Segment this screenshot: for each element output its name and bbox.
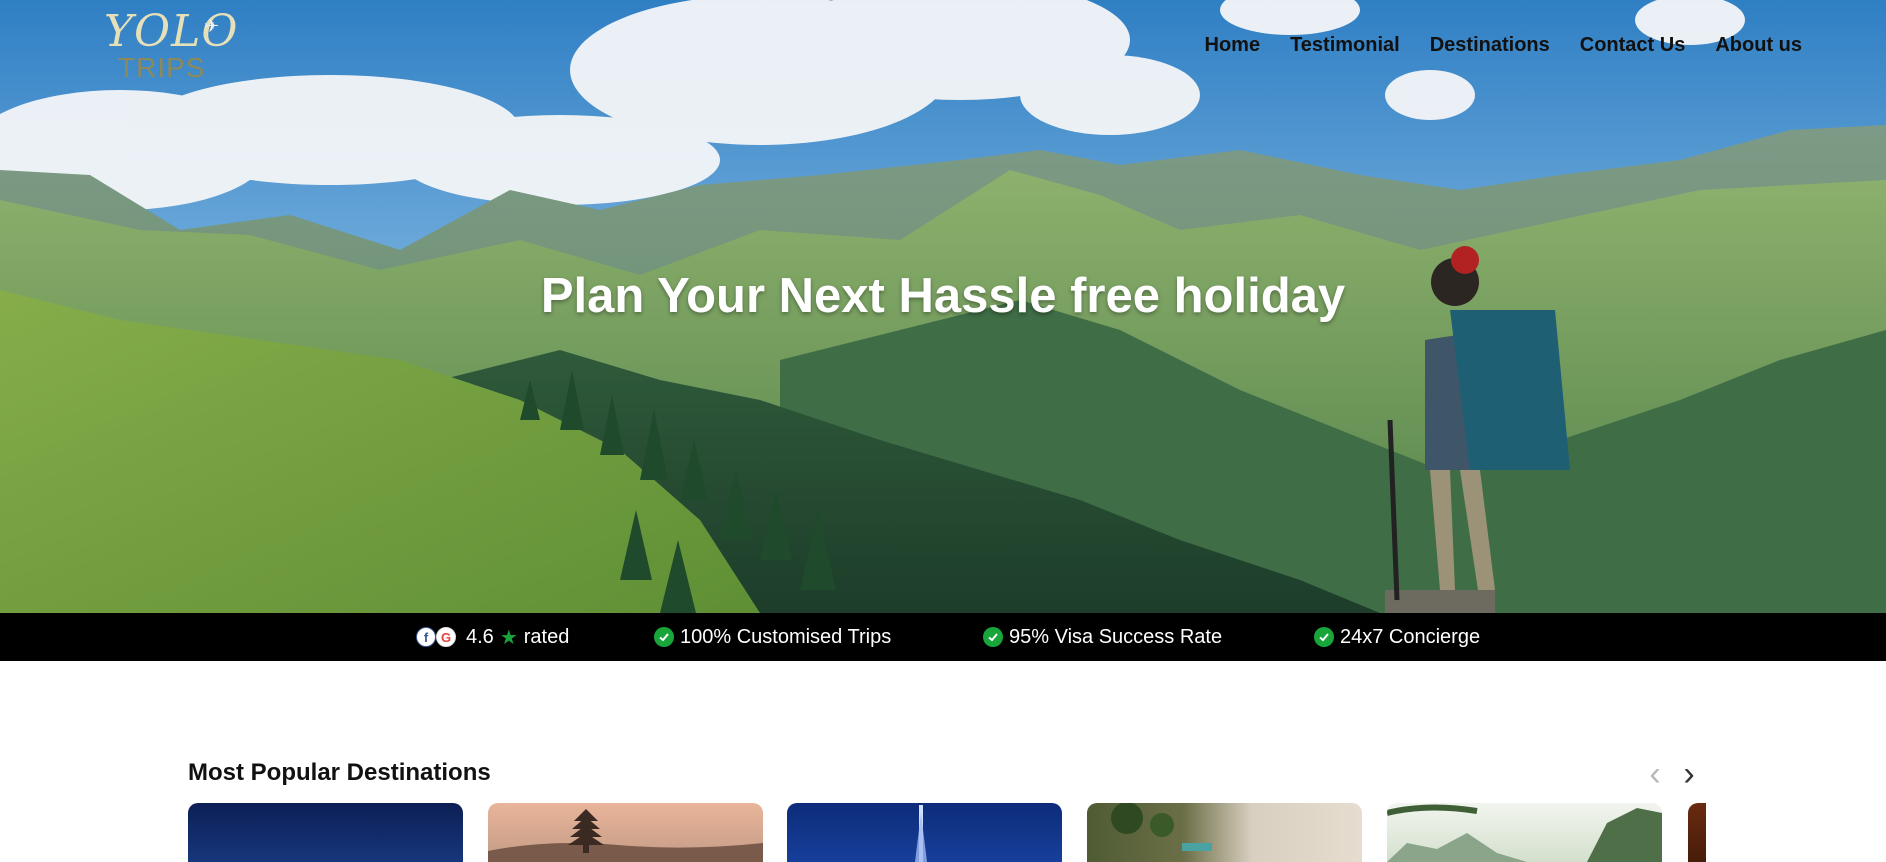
- check-circle-icon: [654, 627, 674, 647]
- check-circle-icon: [983, 627, 1003, 647]
- nav-home[interactable]: Home: [1205, 34, 1261, 57]
- tower-image: [915, 805, 927, 862]
- chevron-left-icon[interactable]: ‹: [1640, 755, 1670, 793]
- star-icon: ★: [499, 626, 518, 649]
- rating-item: f G 4.6 ★ rated: [416, 613, 569, 661]
- trust-bar: f G 4.6 ★ rated 100% Customised Trips 95…: [0, 613, 1886, 661]
- rated-label: rated: [523, 625, 570, 648]
- trust-item-visa: 95% Visa Success Rate: [983, 613, 1222, 661]
- nav-destinations[interactable]: Destinations: [1430, 34, 1550, 57]
- nav-contact-us[interactable]: Contact Us: [1580, 34, 1686, 57]
- site-logo[interactable]: YOLO ✈ TRIPS: [100, 6, 237, 86]
- trust-item-label: 100% Customised Trips: [680, 625, 892, 648]
- beach-image: [1111, 803, 1212, 851]
- section-title: Most Popular Destinations: [188, 759, 491, 786]
- trust-item-customised: 100% Customised Trips: [654, 613, 891, 661]
- trust-item-label: 24x7 Concierge: [1340, 625, 1481, 648]
- destination-card[interactable]: [1688, 803, 1706, 862]
- rating-value: 4.6: [466, 625, 494, 648]
- chevron-right-icon[interactable]: ›: [1674, 755, 1704, 793]
- destination-card[interactable]: [787, 803, 1062, 862]
- nav-testimonial[interactable]: Testimonial: [1290, 34, 1400, 57]
- destination-card[interactable]: [488, 803, 763, 862]
- main-nav: Home Testimonial Destinations Contact Us…: [1205, 34, 1803, 57]
- pagoda-image: [488, 809, 763, 862]
- destination-card[interactable]: [1387, 803, 1662, 862]
- destination-card[interactable]: [188, 803, 463, 862]
- destination-card[interactable]: [1087, 803, 1362, 862]
- hero-title: Plan Your Next Hassle free holiday: [540, 269, 1346, 323]
- check-circle-icon: [1314, 627, 1334, 647]
- nav-about-us[interactable]: About us: [1715, 34, 1802, 57]
- logo-sub-text: TRIPS: [118, 52, 206, 83]
- facebook-icon: f: [416, 627, 436, 647]
- trust-item-label: 95% Visa Success Rate: [1009, 625, 1223, 648]
- google-icon: G: [436, 627, 456, 647]
- karst-mountains-image: [1387, 804, 1662, 862]
- hero-banner: YOLO ✈ TRIPS Home Testimonial Destinatio…: [0, 0, 1886, 613]
- airplane-icon: ✈: [204, 16, 220, 36]
- trust-item-concierge: 24x7 Concierge: [1314, 613, 1480, 661]
- destinations-carousel: [188, 803, 1706, 862]
